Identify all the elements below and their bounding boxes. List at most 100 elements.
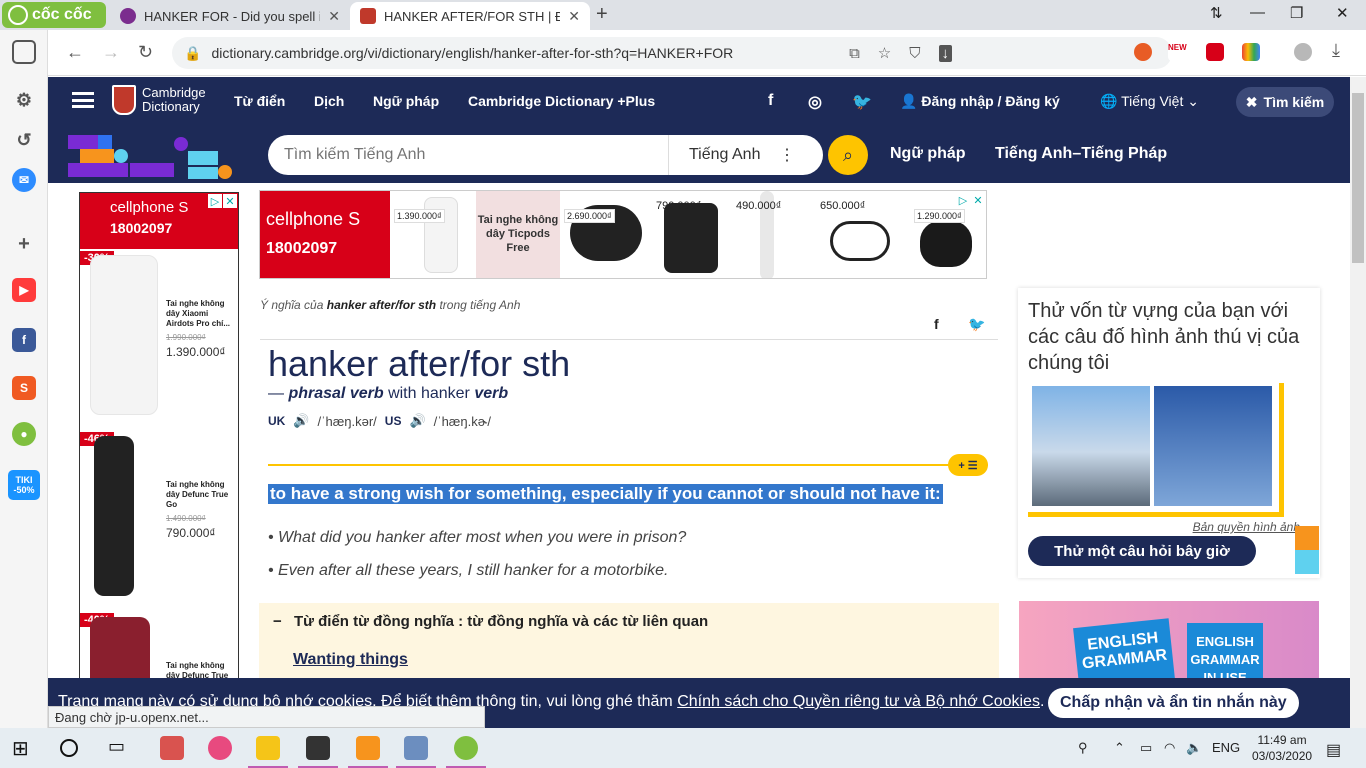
hamburger-menu-icon[interactable] bbox=[72, 92, 94, 108]
app-icon[interactable] bbox=[160, 736, 184, 760]
avatar[interactable] bbox=[1294, 43, 1312, 61]
app-icon[interactable] bbox=[208, 736, 232, 760]
people-icon[interactable]: ⚲ bbox=[1078, 740, 1088, 756]
messenger-icon[interactable]: ✉ bbox=[12, 168, 36, 192]
windmill-image[interactable] bbox=[1154, 386, 1272, 506]
left-advertisement[interactable]: ▷ ✕ cellphone S 18002097 -30% Tai nghe k… bbox=[79, 192, 239, 678]
battery-icon[interactable]: ▭ bbox=[1140, 740, 1152, 756]
page-scrollbar[interactable] bbox=[1350, 77, 1366, 728]
forward-arrow-icon[interactable]: → bbox=[102, 42, 120, 63]
file-explorer-icon[interactable] bbox=[256, 736, 280, 760]
cookie-policy-link[interactable]: Chính sách cho Quyền riêng tư và Bộ nhớ … bbox=[677, 693, 1040, 710]
top-banner-advertisement[interactable]: cellphone S 18002097 1.390.000₫ Tai nghe… bbox=[259, 190, 987, 279]
new-tab-icon[interactable]: + bbox=[596, 3, 608, 26]
sidebar-toggle-icon[interactable] bbox=[12, 40, 36, 64]
shopee-icon[interactable]: S bbox=[12, 376, 36, 400]
twitter-share-icon[interactable]: 🐦 bbox=[968, 316, 985, 333]
skyline-image[interactable] bbox=[1032, 386, 1150, 506]
us-speaker-icon[interactable]: 🔊 bbox=[409, 413, 425, 429]
shield-icon[interactable]: ⛉ bbox=[909, 45, 920, 62]
add-icon[interactable]: + bbox=[12, 232, 36, 256]
thesaurus-link-wanting-things[interactable]: Wanting things bbox=[293, 651, 408, 669]
dictionary-select[interactable]: Tiếng Anh bbox=[669, 146, 779, 164]
download-icon[interactable]: ↓ bbox=[938, 44, 952, 62]
apps-extension-icon[interactable] bbox=[1242, 43, 1260, 61]
language-selector[interactable]: 🌐 Tiếng Việt ⌄ bbox=[1100, 93, 1199, 110]
close-icon[interactable]: ✕ bbox=[568, 8, 580, 25]
app-icon[interactable] bbox=[306, 736, 330, 760]
volume-icon[interactable]: 🔈 bbox=[1186, 740, 1202, 756]
wifi-icon[interactable]: ◠ bbox=[1164, 740, 1175, 756]
thesaurus-header[interactable]: − Từ điển từ đồng nghĩa : từ đồng nghĩa … bbox=[273, 613, 708, 630]
grammar-book-advertisement[interactable]: ENGLISH GRAMMAR ENGLISH GRAMMAR IN USE bbox=[1019, 601, 1319, 678]
close-icon[interactable]: ✕ bbox=[328, 8, 340, 25]
facebook-share-icon[interactable]: f bbox=[934, 316, 939, 332]
adchoices-icon[interactable]: ▷ bbox=[956, 193, 970, 207]
app-icon[interactable] bbox=[404, 736, 428, 760]
nav-translate[interactable]: Dịch bbox=[314, 93, 344, 109]
tab-hanker-after-for-sth[interactable]: HANKER AFTER/FOR STH | Đị ✕ bbox=[350, 2, 590, 30]
scrollbar-thumb[interactable] bbox=[1352, 93, 1364, 263]
lock-icon[interactable]: 🔒 bbox=[184, 45, 201, 62]
app-icon[interactable] bbox=[356, 736, 380, 760]
signin-link[interactable]: 👤 Đăng nhập / Đăng ký bbox=[900, 93, 1060, 110]
history-icon[interactable]: ↺ bbox=[12, 128, 36, 152]
ad-product[interactable]: -40% Tai nghe không dây Defunc True bbox=[80, 611, 238, 678]
notification-icon[interactable]: ▤ bbox=[1326, 740, 1341, 760]
ad-product[interactable]: -46% Tai nghe không dây Defunc True Go 1… bbox=[80, 430, 238, 611]
task-view-icon[interactable]: ▭ bbox=[108, 736, 132, 760]
gear-icon[interactable]: ⚙ bbox=[12, 88, 36, 112]
minimize-icon[interactable]: — bbox=[1250, 4, 1265, 21]
tab-hanker-for[interactable]: HANKER FOR - Did you spell it ✕ bbox=[110, 2, 350, 30]
nav-dictionary[interactable]: Từ điển bbox=[234, 93, 285, 109]
new-extension-icon[interactable]: NEW bbox=[1168, 43, 1194, 61]
accept-cookies-button[interactable]: Chấp nhận và ẩn tin nhắn này bbox=[1048, 688, 1299, 718]
chevron-up-icon[interactable]: ⌃ bbox=[1114, 740, 1125, 756]
downloads-icon[interactable]: ⤓ bbox=[1332, 40, 1340, 61]
more-options-icon[interactable]: ⋮ bbox=[779, 145, 795, 165]
coccoc-taskbar-icon[interactable] bbox=[454, 736, 478, 760]
translate-icon[interactable]: ⧉ bbox=[849, 45, 860, 62]
clock[interactable]: 11:49 am 03/03/2020 bbox=[1252, 732, 1312, 764]
search-circle-icon[interactable] bbox=[60, 739, 78, 757]
uk-speaker-icon[interactable]: 🔊 bbox=[293, 413, 309, 429]
twitter-icon[interactable]: 🐦 bbox=[852, 92, 872, 112]
image-credit-link[interactable]: Bản quyền hình ảnh bbox=[1193, 520, 1300, 534]
uk-label: UK bbox=[268, 414, 286, 428]
nav-plus[interactable]: Cambridge Dictionary +Plus bbox=[468, 93, 655, 109]
url-text[interactable]: dictionary.cambridge.org/vi/dictionary/e… bbox=[211, 45, 733, 61]
coccoc-extension-icon[interactable] bbox=[1134, 43, 1152, 61]
window-close-icon[interactable]: ✕ bbox=[1336, 4, 1349, 22]
address-bar[interactable]: 🔒 dictionary.cambridge.org/vi/dictionary… bbox=[172, 37, 1172, 69]
instagram-icon[interactable]: ◎ bbox=[808, 92, 822, 112]
windows-start-icon[interactable]: ⊞ bbox=[12, 736, 36, 760]
adchoices-icon[interactable]: ▷ bbox=[208, 194, 222, 208]
search-toggle-button[interactable]: ✖ Tìm kiếm bbox=[1236, 87, 1334, 117]
link-grammar[interactable]: Ngữ pháp bbox=[890, 145, 966, 163]
ad-close-icon[interactable]: ✕ bbox=[971, 193, 985, 207]
coccoc-menu-button[interactable]: cốc cốc bbox=[2, 2, 106, 28]
add-to-wordlist-button[interactable]: + ☰ bbox=[948, 454, 988, 476]
tiki-icon[interactable]: TIKI -50% bbox=[8, 470, 40, 500]
search-button[interactable]: ⌕ bbox=[828, 135, 868, 175]
tab-search-icon[interactable]: ⇅ bbox=[1210, 4, 1223, 22]
red-extension-icon[interactable] bbox=[1206, 43, 1224, 61]
ad-product[interactable]: -30% Tai nghe không dây Xiaomi Airdots P… bbox=[80, 249, 238, 430]
back-arrow-icon[interactable]: ← bbox=[66, 42, 84, 63]
bookmark-star-icon[interactable]: ☆ bbox=[878, 44, 891, 62]
input-language[interactable]: ENG bbox=[1212, 740, 1240, 755]
coccoc-map-icon[interactable]: ● bbox=[12, 422, 36, 446]
collapse-icon[interactable]: − bbox=[273, 613, 282, 630]
cambridge-logo[interactable]: Cambridge Dictionary bbox=[112, 85, 206, 115]
nav-grammar[interactable]: Ngữ pháp bbox=[373, 93, 439, 109]
reload-icon[interactable]: ↻ bbox=[138, 42, 153, 63]
facebook-icon[interactable]: f bbox=[12, 328, 36, 352]
ad-close-icon[interactable]: ✕ bbox=[223, 194, 237, 208]
maximize-icon[interactable]: ❐ bbox=[1290, 4, 1303, 22]
youtube-icon[interactable]: ▶ bbox=[12, 278, 36, 302]
example-text: Even after all these years, I still hank… bbox=[278, 562, 669, 579]
facebook-icon[interactable]: f bbox=[768, 92, 773, 110]
link-english-french[interactable]: Tiếng Anh–Tiếng Pháp bbox=[995, 145, 1167, 163]
search-input[interactable] bbox=[268, 135, 668, 175]
try-quiz-button[interactable]: Thử một câu hỏi bây giờ bbox=[1028, 536, 1256, 566]
